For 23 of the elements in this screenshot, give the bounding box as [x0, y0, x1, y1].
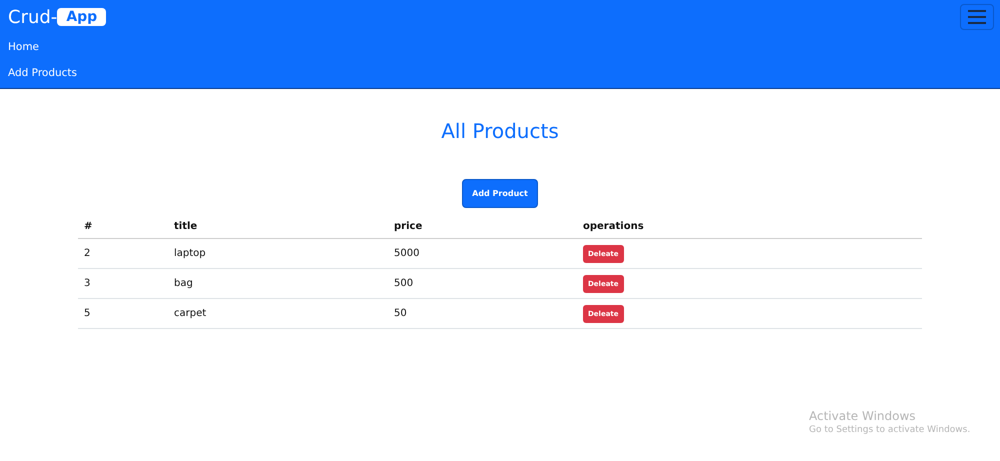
table-cell: laptop — [168, 238, 388, 268]
brand-name[interactable]: Crud- — [8, 6, 58, 28]
column-header: operations — [577, 214, 922, 238]
column-header: title — [168, 214, 388, 238]
add-product-button[interactable]: Add Product — [462, 179, 538, 208]
table-cell: bag — [168, 268, 388, 298]
column-header: price — [388, 214, 577, 238]
menu-button[interactable] — [960, 4, 994, 30]
table-cell: 2 — [78, 238, 168, 268]
table-cell: 50 — [388, 298, 577, 328]
menu-icon — [968, 10, 986, 24]
table-cell: 3 — [78, 268, 168, 298]
activation-text: Go to Settings to activate Windows. — [809, 425, 970, 435]
nav-link[interactable]: Add Products — [8, 60, 78, 86]
table-cell: 500 — [388, 268, 577, 298]
activation-title: Activate Windows — [809, 409, 917, 423]
table-cell: 5 — [78, 298, 168, 328]
table-cell: carpet — [168, 298, 388, 328]
page-heading: All Products — [440, 119, 560, 143]
nav-link[interactable]: Home — [8, 34, 40, 60]
column-header: # — [78, 214, 168, 238]
table-cell: 5000 — [388, 238, 577, 268]
brand-badge: App — [57, 8, 106, 26]
